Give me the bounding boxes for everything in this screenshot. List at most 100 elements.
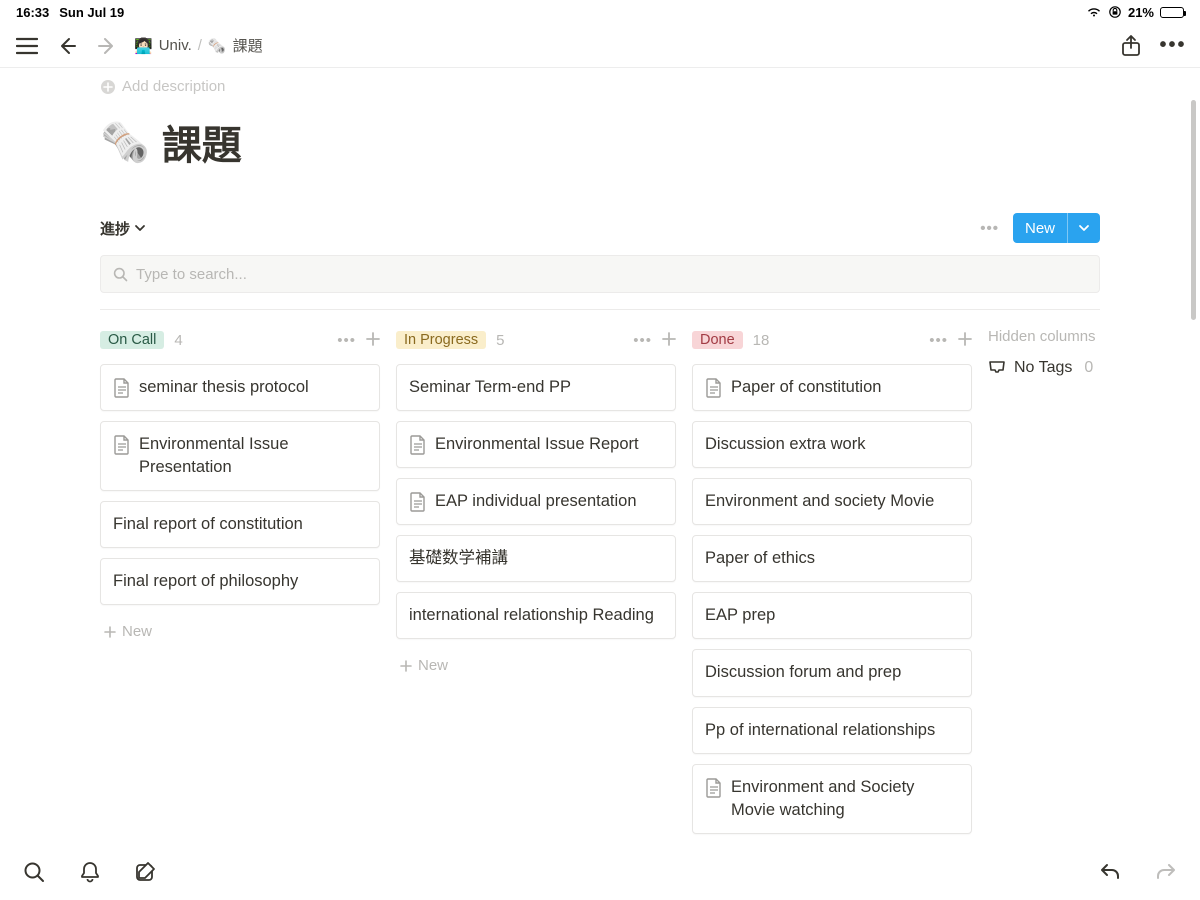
column-more-icon[interactable]: ••• <box>337 332 356 349</box>
card-title: Environmental Issue Report <box>435 433 639 456</box>
column-header: On Call 4 ••• <box>100 328 380 352</box>
bottom-toolbar <box>0 844 1200 900</box>
new-button-label: New <box>1013 220 1067 237</box>
card-title: Paper of constitution <box>731 376 881 399</box>
hidden-columns-label[interactable]: Hidden columns <box>988 328 1138 345</box>
card-title: Environmental Issue Presentation <box>139 433 367 479</box>
undo-button[interactable] <box>1096 858 1124 886</box>
redo-button[interactable] <box>1152 858 1180 886</box>
card-title: Discussion extra work <box>705 433 865 456</box>
card[interactable]: Final report of constitution <box>100 501 380 548</box>
forward-button[interactable] <box>94 33 120 59</box>
share-icon[interactable] <box>1118 33 1144 59</box>
battery-icon <box>1160 7 1184 18</box>
more-icon[interactable]: ••• <box>1160 33 1186 59</box>
card[interactable]: Environment and society Movie <box>692 478 972 525</box>
column-tag[interactable]: Done <box>692 331 743 349</box>
card-title: Environment and Society Movie watching <box>731 776 959 822</box>
breadcrumb-current-icon: 🗞️ <box>208 37 227 55</box>
view-selector[interactable]: 進捗 <box>100 218 146 239</box>
add-description[interactable]: Add description <box>100 78 1100 95</box>
column-more-icon[interactable]: ••• <box>633 332 652 349</box>
card[interactable]: Environmental Issue Report <box>396 421 676 468</box>
column-count: 5 <box>496 332 504 349</box>
card[interactable]: Final report of philosophy <box>100 558 380 605</box>
card[interactable]: Environment and Society Movie watching <box>692 764 972 834</box>
view-more-button[interactable]: ••• <box>980 220 999 237</box>
column-done: Done18••• Paper of constitution Discussion… <box>692 328 972 844</box>
card[interactable]: 基礎数学補講 <box>396 535 676 582</box>
card[interactable]: seminar thesis protocol <box>100 364 380 411</box>
card[interactable]: international relationship Reading <box>396 592 676 639</box>
new-button[interactable]: New <box>1013 213 1100 243</box>
column-more-icon[interactable]: ••• <box>929 332 948 349</box>
add-card-button[interactable]: New <box>396 649 676 682</box>
search-placeholder: Type to search... <box>136 266 247 283</box>
card-title: Environment and society Movie <box>705 490 934 513</box>
card[interactable]: Discussion extra work <box>692 421 972 468</box>
back-button[interactable] <box>54 33 80 59</box>
status-date: Sun Jul 19 <box>59 5 124 20</box>
column-tag[interactable]: In Progress <box>396 331 486 349</box>
hidden-columns-panel: Hidden columns No Tags0 <box>988 328 1138 377</box>
card[interactable]: EAP individual presentation <box>396 478 676 525</box>
wifi-icon <box>1086 6 1102 18</box>
page-content: Add description 🗞️ 課題 進捗 ••• New Type to… <box>0 68 1200 844</box>
card-title: seminar thesis protocol <box>139 376 309 399</box>
search-input[interactable]: Type to search... <box>100 255 1100 293</box>
orientation-lock-icon <box>1108 5 1122 19</box>
page-icon <box>409 492 427 512</box>
card[interactable]: Discussion forum and prep <box>692 649 972 696</box>
card-title: EAP individual presentation <box>435 490 637 513</box>
notifications-button[interactable] <box>76 858 104 886</box>
compose-button[interactable] <box>132 858 160 886</box>
breadcrumb[interactable]: 👩🏻‍💻 Univ. / 🗞️ 課題 <box>134 35 263 56</box>
new-button-dropdown[interactable] <box>1067 213 1100 243</box>
card-title: Paper of ethics <box>705 547 815 570</box>
card[interactable]: Seminar Term-end PP <box>396 364 676 411</box>
card[interactable]: Pp of international relationships <box>692 707 972 754</box>
card-title: 基礎数学補講 <box>409 547 508 570</box>
breadcrumb-current[interactable]: 課題 <box>233 35 263 56</box>
card-title: EAP prep <box>705 604 775 627</box>
card[interactable]: Paper of constitution <box>692 364 972 411</box>
no-tags-count: 0 <box>1084 359 1093 377</box>
page-icon <box>705 378 723 398</box>
column-header: Done18••• <box>692 328 972 352</box>
inbox-icon <box>988 360 1006 376</box>
page-icon <box>113 378 131 398</box>
page-title-row: 🗞️ 課題 <box>100 113 1100 171</box>
page-icon <box>113 435 131 455</box>
column-tag[interactable]: On Call <box>100 331 164 349</box>
no-tags-group[interactable]: No Tags0 <box>988 359 1138 377</box>
add-card-button[interactable]: New <box>100 615 380 648</box>
column-count: 4 <box>174 332 182 349</box>
page-title[interactable]: 課題 <box>162 113 242 171</box>
card-title: Discussion forum and prep <box>705 661 901 684</box>
divider <box>100 309 1100 310</box>
breadcrumb-parent[interactable]: Univ. <box>159 37 192 54</box>
column-in_progress: In Progress 5 ••• Seminar Term-end PP Enviro… <box>396 328 676 682</box>
page-icon[interactable]: 🗞️ <box>100 119 150 166</box>
card-title: Final report of philosophy <box>113 570 298 593</box>
hamburger-icon[interactable] <box>14 33 40 59</box>
view-label: 進捗 <box>100 218 130 239</box>
column-add-icon[interactable] <box>958 332 972 349</box>
page-icon <box>705 778 723 798</box>
column-add-icon[interactable] <box>662 332 676 349</box>
chevron-down-icon <box>134 222 146 234</box>
status-time: 16:33 <box>16 5 49 20</box>
column-add-icon[interactable] <box>366 332 380 349</box>
card-title: Seminar Term-end PP <box>409 376 571 399</box>
add-description-label: Add description <box>122 78 225 95</box>
ipad-status-bar: 16:33 Sun Jul 19 21% <box>0 0 1200 24</box>
breadcrumb-parent-icon: 👩🏻‍💻 <box>134 37 153 55</box>
kanban-board: On Call 4 ••• seminar thesis protocol Enviro… <box>100 328 1100 844</box>
search-button[interactable] <box>20 858 48 886</box>
card-title: Final report of constitution <box>113 513 303 536</box>
card[interactable]: EAP prep <box>692 592 972 639</box>
card[interactable]: Paper of ethics <box>692 535 972 582</box>
card[interactable]: Environmental Issue Presentation <box>100 421 380 491</box>
card-title: international relationship Reading <box>409 604 654 627</box>
breadcrumb-separator: / <box>198 37 202 54</box>
